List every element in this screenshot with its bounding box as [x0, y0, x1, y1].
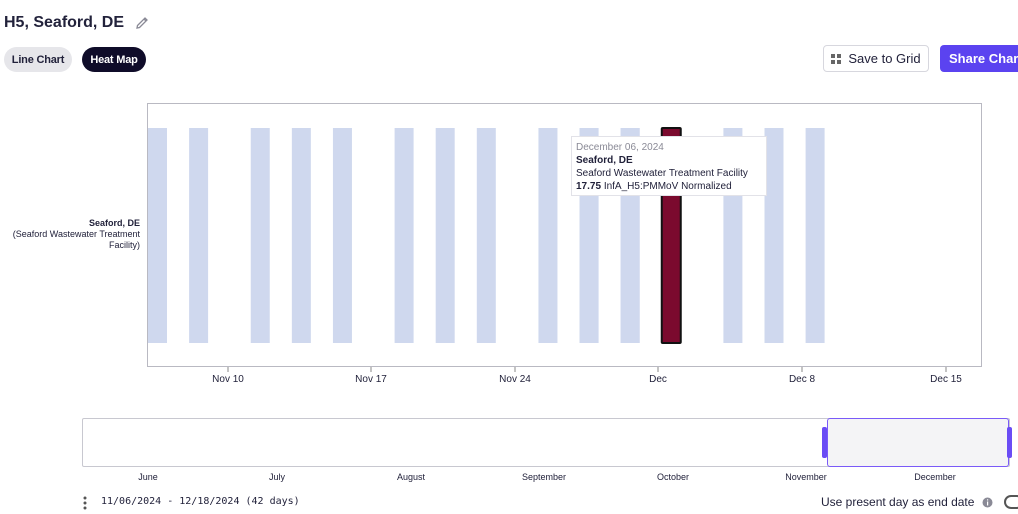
- tooltip-value: 17.75: [576, 181, 602, 192]
- range-month-label: September: [522, 472, 566, 482]
- x-tick-label: Nov 17: [355, 374, 387, 385]
- range-month-label: November: [785, 472, 827, 482]
- heatmap-chart: Nov 10 Nov 17 Nov 24 Dec Dec 8 Dec 15: [148, 127, 962, 385]
- heatmap-cell[interactable]: [394, 128, 414, 343]
- date-range-text: 11/06/2024 - 12/18/2024 (42 days): [101, 496, 300, 507]
- tooltip-date: December 06, 2024: [576, 142, 664, 153]
- present-day-label: Use present day as end date: [821, 495, 975, 509]
- tooltip-facility: Seaford Wastewater Treatment Facility: [576, 168, 748, 179]
- x-tick-label: Nov 10: [212, 374, 244, 385]
- tooltip-site: Seaford, DE: [576, 155, 633, 166]
- x-tick-label: Dec 15: [930, 374, 962, 385]
- range-month-label: July: [269, 472, 286, 482]
- heatmap-cell[interactable]: [764, 128, 784, 343]
- x-tick-label: Dec 8: [789, 374, 816, 385]
- range-selector-window[interactable]: [827, 418, 1009, 467]
- more-options-icon[interactable]: [82, 495, 88, 511]
- range-month-label: December: [914, 472, 956, 482]
- range-month-label: June: [138, 472, 158, 482]
- range-selector-axis: June July August September October November De…: [138, 472, 956, 482]
- x-tick-label: Nov 24: [499, 374, 531, 385]
- x-tick-label: Dec: [649, 374, 667, 385]
- tooltip-metric: InfA_H5:PMMoV Normalized: [603, 181, 732, 192]
- heatmap-cell[interactable]: [250, 128, 270, 343]
- info-icon[interactable]: [982, 497, 993, 508]
- present-day-toggle[interactable]: [1004, 495, 1018, 509]
- range-month-label: October: [657, 472, 689, 482]
- tooltip-value-line: 17.75 InfA_H5:PMMoV Normalized: [576, 180, 762, 193]
- heatmap-cell[interactable]: [538, 128, 558, 343]
- heatmap-cell[interactable]: [148, 128, 167, 343]
- heatmap-cell[interactable]: [189, 128, 209, 343]
- heatmap-cell[interactable]: [435, 128, 455, 343]
- heatmap-cell[interactable]: [291, 128, 311, 343]
- range-handle-left[interactable]: [822, 427, 827, 458]
- heatmap-cell[interactable]: [805, 128, 825, 343]
- chart-tooltip: December 06, 2024 Seaford, DE Seaford Wa…: [571, 136, 767, 196]
- heatmap-cell[interactable]: [476, 128, 496, 343]
- heatmap-cell[interactable]: [332, 128, 352, 343]
- present-day-option: Use present day as end date: [821, 495, 993, 509]
- range-month-label: August: [397, 472, 426, 482]
- range-handle-right[interactable]: [1007, 427, 1012, 458]
